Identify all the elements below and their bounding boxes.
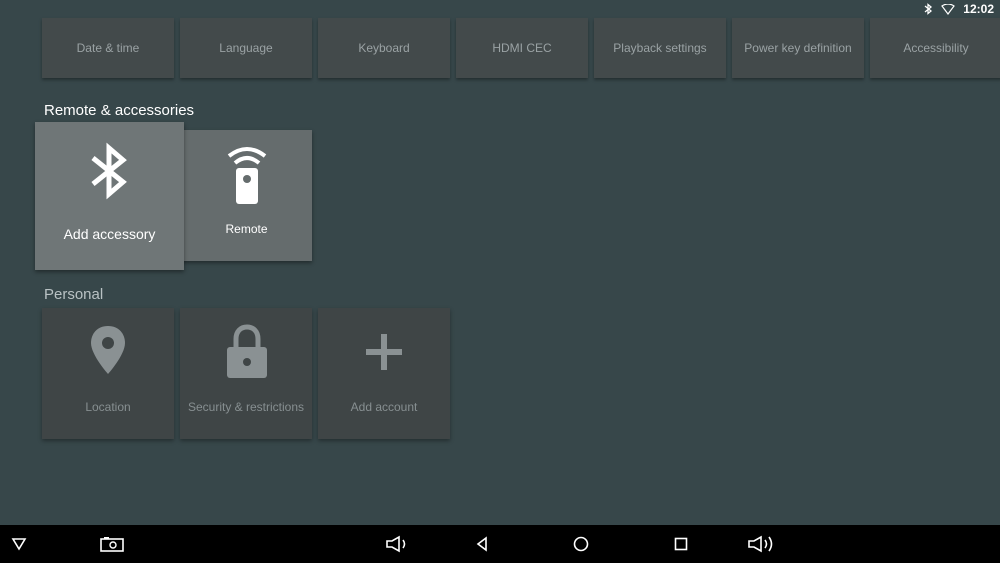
volume-up-icon[interactable] [740,525,784,563]
tile-label: HDMI CEC [492,41,552,55]
tile-label: Keyboard [358,41,410,55]
tile-remote[interactable]: Remote [181,130,312,261]
tile-label: Power key definition [744,41,852,55]
tile-label: Location [85,400,131,414]
tile-label: Add accessory [63,226,156,242]
remote-icon [225,144,269,211]
plus-icon [364,324,404,377]
tile-label: Security & restrictions [187,400,305,414]
location-pin-icon [88,324,128,381]
tile-label: Date & time [76,41,140,55]
tile-power-key-definition[interactable]: Power key definition [732,18,864,78]
clock: 12:02 [963,2,994,16]
tile-security-restrictions[interactable]: Security & restrictions [180,308,312,439]
tile-add-accessory[interactable]: Add accessory [35,122,184,270]
recents-icon[interactable] [659,525,703,563]
status-bar: 12:02 [923,0,1000,18]
tile-add-account[interactable]: Add account [318,308,450,439]
wifi-icon [941,3,956,15]
tile-label: Playback settings [613,41,707,55]
tile-keyboard[interactable]: Keyboard [318,18,450,78]
section-title-personal: Personal [44,286,104,303]
back-icon[interactable] [460,525,504,563]
lock-icon [226,324,268,385]
tile-language[interactable]: Language [180,18,312,78]
bluetooth-icon [923,3,933,15]
tile-label: Remote [225,222,268,236]
navigation-bar [0,525,1000,563]
tile-hdmi-cec[interactable]: HDMI CEC [456,18,588,78]
tile-playback-settings[interactable]: Playback settings [594,18,726,78]
tile-label: Language [219,41,273,55]
tile-label: Add account [350,400,418,414]
tile-label: Accessibility [903,41,969,55]
section-title-remote: Remote & accessories [44,102,195,119]
tile-accessibility[interactable]: Accessibility [870,18,1000,78]
bluetooth-icon [85,142,133,207]
hide-nav-icon[interactable] [0,525,41,563]
home-icon[interactable] [559,525,603,563]
volume-down-icon[interactable] [376,525,420,563]
tile-date-time[interactable]: Date & time [42,18,174,78]
tile-location[interactable]: Location [42,308,174,439]
screenshot-icon[interactable] [90,525,134,563]
